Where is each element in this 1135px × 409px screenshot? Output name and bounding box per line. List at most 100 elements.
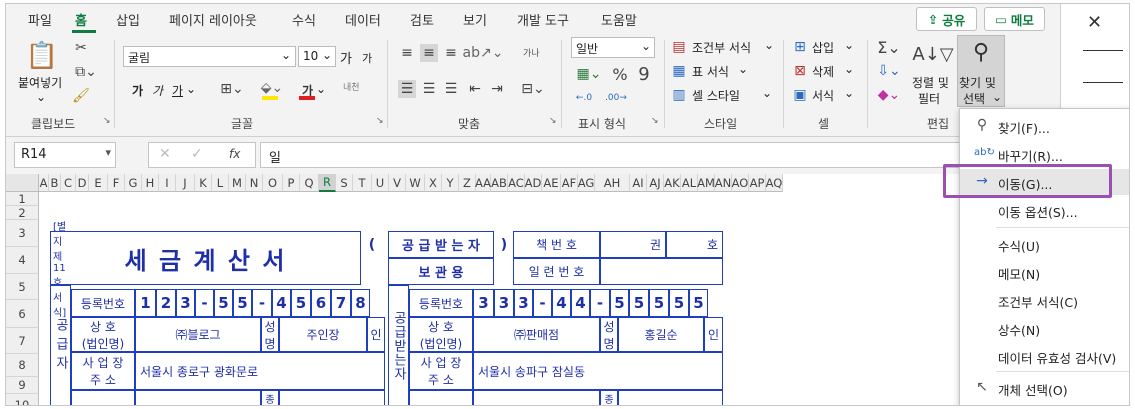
column-header[interactable]: AD xyxy=(525,174,542,192)
merge-center-icon[interactable]: ⊟⌄ xyxy=(520,80,546,98)
format-as-table-button[interactable]: 표 서식 xyxy=(692,63,729,80)
column-header[interactable]: G xyxy=(125,174,142,192)
column-header[interactable]: AC xyxy=(508,174,525,192)
chevron-down-icon[interactable]: ⌄ xyxy=(738,62,748,76)
reg-digit-cell[interactable]: 3 xyxy=(494,289,514,317)
bold-button[interactable]: 가 xyxy=(132,82,143,99)
column-header[interactable]: Z xyxy=(459,174,476,192)
row-header[interactable]: 4 xyxy=(6,247,39,274)
chevron-down-icon[interactable]: ⌄ xyxy=(844,38,854,52)
clear-icon[interactable]: ◆⌄ xyxy=(874,86,904,104)
conditional-format-icon[interactable]: ▤ xyxy=(670,38,688,56)
font-name-select[interactable]: 굴림 ⌄ xyxy=(123,46,296,67)
column-header[interactable]: AI xyxy=(630,174,647,192)
tab-formulas[interactable]: 수식 xyxy=(292,10,316,29)
column-header[interactable]: L xyxy=(212,174,229,192)
wrap-text-button[interactable]: 가나 xyxy=(523,46,540,59)
reg-digit-cell[interactable]: - xyxy=(252,289,272,317)
column-header[interactable]: R xyxy=(319,174,336,192)
column-header[interactable]: D xyxy=(76,174,89,192)
row-header[interactable]: 7 xyxy=(6,328,39,354)
menu-item-conditional-format[interactable]: 조건부 서식(C) xyxy=(960,287,1129,313)
column-header[interactable]: S xyxy=(336,174,353,192)
menu-item-formulas[interactable]: 수식(U) xyxy=(960,231,1129,257)
column-header[interactable]: A xyxy=(39,174,49,192)
supplier-row11-cell[interactable] xyxy=(135,390,261,405)
tab-developer[interactable]: 개발 도구 xyxy=(517,10,569,29)
format-button[interactable]: 서식 xyxy=(812,87,834,104)
column-header[interactable]: Q xyxy=(300,174,319,192)
cancel-icon[interactable]: ✕ xyxy=(159,146,171,162)
orientation-icon[interactable]: ab↗⌄ xyxy=(463,44,504,62)
indent-increase-icon[interactable]: ⇥ xyxy=(488,80,506,98)
column-header[interactable]: AO xyxy=(732,174,749,192)
book-kwon-cell[interactable]: 권 xyxy=(600,231,666,258)
tab-file[interactable]: 파일 xyxy=(28,10,52,29)
supplier-row11-cell-2[interactable] xyxy=(279,390,385,405)
row-header[interactable]: 1 xyxy=(6,192,39,206)
column-header[interactable]: N xyxy=(246,174,263,192)
align-bottom-icon[interactable]: ≡ xyxy=(442,44,460,62)
column-header[interactable]: X xyxy=(425,174,442,192)
column-header[interactable]: AH xyxy=(595,174,630,192)
format-painter-icon[interactable]: 🖌 xyxy=(71,86,91,106)
column-header[interactable]: AP xyxy=(749,174,766,192)
indent-decrease-icon[interactable]: ⇤ xyxy=(466,80,484,98)
column-header[interactable]: O xyxy=(263,174,283,192)
chevron-down-icon[interactable]: ⌄ xyxy=(186,82,196,96)
row-header[interactable]: 10 xyxy=(6,394,39,405)
menu-item-goto-special[interactable]: 이동 옵션(S)... xyxy=(960,197,1129,223)
tab-help[interactable]: 도움말 xyxy=(601,10,637,29)
receiver-rep-cell[interactable]: 홍길순 xyxy=(618,317,704,352)
row-header[interactable]: 5 xyxy=(6,274,39,300)
launcher-icon[interactable]: ↘ xyxy=(549,116,557,126)
reg-digit-cell[interactable]: 7 xyxy=(331,289,351,317)
receiver-row11-cell-2[interactable] xyxy=(618,390,723,405)
reg-digit-cell[interactable]: 5 xyxy=(669,289,689,317)
chevron-down-icon[interactable]: ⌄ xyxy=(316,82,326,96)
row-header[interactable]: 9 xyxy=(6,377,39,394)
reg-digit-cell[interactable]: 5 xyxy=(649,289,669,317)
reg-digit-cell[interactable]: 6 xyxy=(311,289,331,317)
reg-digit-cell[interactable]: 4 xyxy=(571,289,590,317)
table-format-icon[interactable]: ▦ xyxy=(670,62,688,80)
copy-icon[interactable]: ⧉⌄ xyxy=(71,62,101,82)
reg-digit-cell[interactable]: 3 xyxy=(176,289,195,317)
reg-digit-cell[interactable]: 5 xyxy=(629,289,649,317)
column-header[interactable]: M xyxy=(229,174,246,192)
chevron-down-icon[interactable]: ⌄ xyxy=(844,62,854,76)
delete-button[interactable]: 삭제 xyxy=(812,63,834,80)
column-header[interactable]: AN xyxy=(715,174,732,192)
column-header[interactable]: H xyxy=(142,174,159,192)
supplier-addr-cell[interactable]: 서울시 종로구 광화문로 xyxy=(135,352,385,390)
column-header[interactable]: V xyxy=(389,174,406,192)
launcher-icon[interactable]: ↘ xyxy=(376,116,384,126)
column-header[interactable]: T xyxy=(353,174,372,192)
column-header[interactable]: P xyxy=(283,174,300,192)
column-header[interactable]: AA xyxy=(475,174,491,192)
name-box[interactable]: R14 ▾ xyxy=(14,142,116,168)
tab-data[interactable]: 데이터 xyxy=(345,10,381,29)
accounting-format-icon[interactable]: ▦⌄ xyxy=(574,64,604,84)
reg-digit-cell[interactable]: 3 xyxy=(473,289,494,317)
form-title[interactable]: 세 금 계 산 서 xyxy=(50,231,361,285)
close-icon[interactable]: ✕ xyxy=(1087,12,1102,33)
cell-styles-button[interactable]: 셀 스타일 xyxy=(692,87,740,104)
supplier-rep-cell[interactable]: 주인장 xyxy=(279,317,367,352)
grow-font-button[interactable]: 가 xyxy=(340,48,352,67)
cut-icon[interactable]: ✂ xyxy=(71,38,91,58)
chevron-down-icon[interactable]: ⌄ xyxy=(764,38,774,52)
row-header[interactable]: 2 xyxy=(6,206,39,220)
align-right-icon[interactable]: ☰ xyxy=(442,80,460,98)
autosum-icon[interactable]: Σ⌄ xyxy=(874,38,904,57)
column-header[interactable]: E xyxy=(89,174,108,192)
memo-button[interactable]: ▭ 메모 xyxy=(984,7,1045,31)
chevron-down-icon[interactable]: ⌄ xyxy=(762,86,772,100)
border-icon[interactable]: ⊞⌄ xyxy=(218,80,246,98)
column-header[interactable]: U xyxy=(372,174,389,192)
font-size-select[interactable]: 10 ⌄ xyxy=(298,46,336,67)
align-middle-icon[interactable]: ≡ xyxy=(420,44,438,62)
cell-styles-icon[interactable]: ▥ xyxy=(670,86,688,104)
percent-icon[interactable]: % xyxy=(610,64,630,84)
insert-cells-icon[interactable]: ⊞ xyxy=(791,38,809,56)
